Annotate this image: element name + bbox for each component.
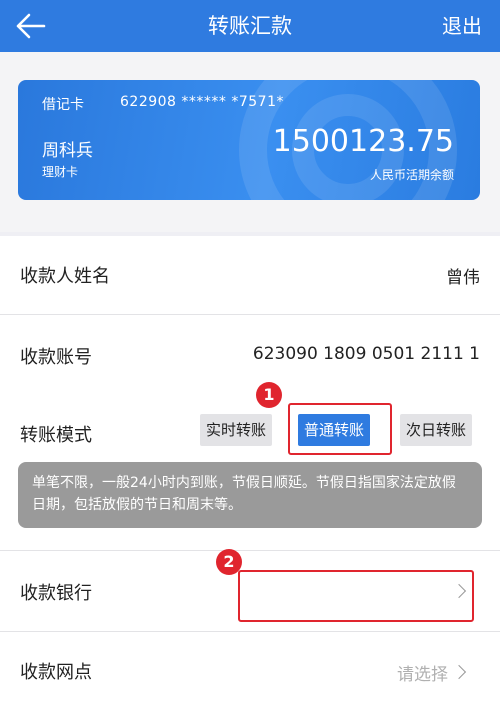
branch-placeholder: 请选择 xyxy=(397,665,448,685)
chevron-right-icon xyxy=(451,664,467,680)
mode-nextday-button[interactable]: 次日转账 xyxy=(400,414,473,446)
debit-card[interactable]: 借记卡 622908 ****** *7571* 周科兵 理财卡 1500123… xyxy=(18,80,480,200)
page-title: 转账汇款 xyxy=(208,14,292,38)
highlight-box-2 xyxy=(238,570,474,622)
highlight-box-1 xyxy=(288,403,392,455)
branch-row[interactable]: 收款网点 请选择 xyxy=(0,632,500,712)
card-holder-name: 周科兵 xyxy=(42,141,93,161)
app-header: 转账汇款 退出 xyxy=(0,0,500,52)
account-label: 收款账号 xyxy=(20,347,92,368)
payee-name-value: 曾伟 xyxy=(446,268,480,288)
branch-label: 收款网点 xyxy=(20,662,92,683)
payee-name-label: 收款人姓名 xyxy=(20,266,110,287)
payee-name-row[interactable]: 收款人姓名 曾伟 xyxy=(0,236,500,314)
card-product: 理财卡 xyxy=(42,165,79,179)
bank-label: 收款银行 xyxy=(20,583,92,604)
mode-note: 单笔不限，一般24小时内到账，节假日顺延。节假日指国家法定放假日期，包括放假的节… xyxy=(18,462,482,528)
card-balance-label: 人民币活期余额 xyxy=(369,168,454,182)
account-value: 623090 1809 0501 2111 1 xyxy=(252,344,480,364)
transfer-mode-label: 转账模式 xyxy=(20,425,92,446)
annotation-badge-2: 2 xyxy=(216,549,242,575)
annotation-badge-1: 1 xyxy=(256,382,282,408)
account-row[interactable]: 收款账号 623090 1809 0501 2111 1 xyxy=(0,315,500,393)
card-number: 622908 ****** *7571* xyxy=(120,94,284,110)
card-balance: 1500123.75 xyxy=(272,124,454,159)
exit-button[interactable]: 退出 xyxy=(442,0,482,52)
mode-realtime-button[interactable]: 实时转账 xyxy=(200,414,273,446)
card-type: 借记卡 xyxy=(42,97,84,113)
